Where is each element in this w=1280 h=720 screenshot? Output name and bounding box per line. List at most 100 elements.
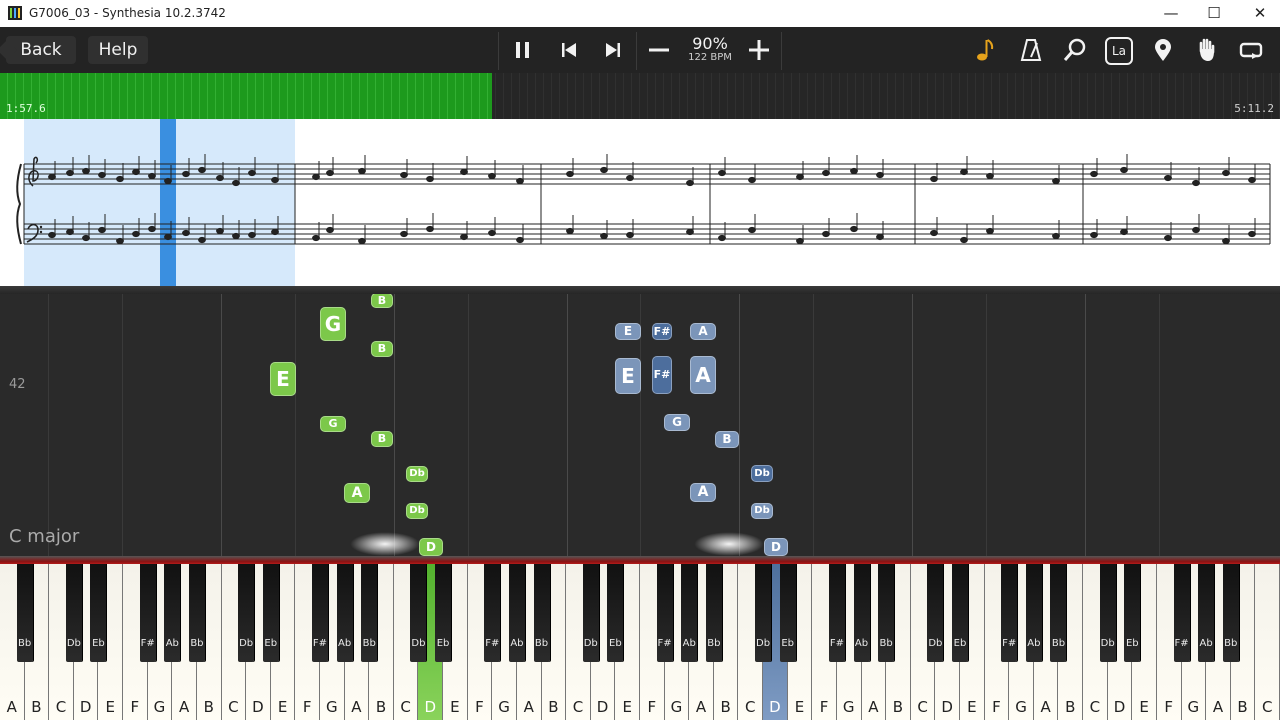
white-key-label: B — [203, 698, 214, 716]
black-key[interactable]: F# — [828, 564, 845, 662]
white-key-label: A — [351, 698, 362, 716]
black-key[interactable]: Bb — [188, 564, 205, 662]
black-key[interactable]: Bb — [1222, 564, 1239, 662]
sheet-note-head — [82, 167, 90, 175]
location-pin-icon[interactable] — [1150, 37, 1176, 63]
sheet-note-head — [66, 169, 74, 177]
black-key[interactable]: F# — [1173, 564, 1190, 662]
sheet-note-head — [986, 227, 994, 235]
toolbar-divider — [781, 32, 782, 70]
black-key[interactable]: Eb — [262, 564, 279, 662]
black-key-label: Eb — [436, 638, 450, 649]
black-key[interactable]: Eb — [90, 564, 107, 662]
sheet-note-head — [1248, 176, 1256, 184]
white-key[interactable]: C — [1255, 564, 1280, 720]
labels-icon: La — [1105, 37, 1133, 65]
black-key[interactable]: F# — [312, 564, 328, 662]
black-key[interactable]: Db — [65, 564, 82, 662]
song-progress-bar[interactable]: 1:57.6 5:11.2 — [0, 73, 1280, 119]
white-key-label: E — [1139, 698, 1149, 716]
metronome-icon[interactable] — [1018, 37, 1044, 63]
black-key[interactable]: F# — [484, 564, 501, 662]
close-button[interactable]: ✕ — [1237, 0, 1280, 27]
plus-icon[interactable] — [746, 37, 772, 63]
white-key-label: C — [55, 698, 67, 716]
grid-line — [394, 294, 395, 556]
sheet-music-notation — [16, 154, 1271, 245]
black-key[interactable]: Bb — [1050, 564, 1067, 662]
black-key[interactable]: Ab — [853, 564, 870, 662]
black-key[interactable]: F# — [139, 564, 156, 662]
black-key-label: Eb — [92, 638, 105, 649]
black-key[interactable]: Eb — [779, 564, 796, 662]
black-key[interactable]: Ab — [508, 564, 525, 662]
black-key[interactable]: Eb — [1124, 564, 1141, 662]
sheet-note-head — [600, 232, 608, 240]
black-key[interactable]: Db — [927, 564, 944, 662]
note-labels-toggle[interactable]: La — [1105, 37, 1133, 65]
black-key[interactable]: Eb — [435, 564, 452, 662]
loop-icon[interactable] — [1238, 37, 1264, 63]
white-key-label: G — [153, 698, 166, 716]
piano-keyboard[interactable]: ABCDEFGABCDEFGABCDEFGABCDEFGABCDEFGABCDE… — [0, 564, 1280, 720]
sheet-note-head — [1120, 166, 1128, 174]
black-key[interactable]: Bb — [533, 564, 550, 662]
falling-notes-area: 42 C major B G B E G B Db A Db D E F# A … — [0, 294, 1280, 556]
black-key-label: Bb — [18, 638, 32, 649]
black-key[interactable]: Eb — [952, 564, 968, 662]
white-key-label: G — [498, 698, 510, 716]
black-key[interactable]: Db — [755, 564, 772, 662]
magnifier-icon[interactable] — [1062, 37, 1088, 63]
white-key-label: G — [842, 698, 855, 716]
black-key[interactable]: F# — [1001, 564, 1018, 662]
black-key[interactable]: Ab — [1198, 564, 1215, 662]
sheet-note-head — [164, 233, 172, 241]
music-note-icon[interactable] — [973, 37, 999, 63]
falling-note: A — [690, 323, 716, 340]
skip-forward-icon[interactable] — [600, 37, 626, 63]
sheet-note-head — [686, 179, 694, 187]
black-key[interactable]: Ab — [336, 564, 353, 662]
black-key[interactable]: Bb — [361, 564, 378, 662]
sheet-music-panel[interactable] — [0, 119, 1280, 286]
black-key[interactable]: Bb — [705, 564, 722, 662]
sheet-note-head — [271, 176, 279, 184]
sheet-note-head — [82, 234, 90, 242]
speed-percent: 90% — [692, 34, 728, 53]
white-key-label: F — [1164, 698, 1174, 716]
black-key[interactable]: Db — [582, 564, 599, 662]
sheet-note-head — [116, 237, 124, 245]
grid-line — [739, 294, 740, 556]
hand-icon[interactable] — [1194, 37, 1220, 63]
sheet-note-head — [48, 231, 56, 239]
help-button[interactable]: Help — [88, 36, 148, 64]
white-key-label: F — [302, 698, 312, 716]
black-key[interactable]: F# — [656, 564, 673, 662]
black-key-label: Eb — [781, 638, 795, 649]
pause-icon[interactable] — [510, 37, 536, 63]
falling-note: G — [664, 414, 690, 431]
black-key[interactable]: Db — [410, 564, 427, 662]
back-button[interactable]: Back — [6, 36, 76, 64]
white-key-label: A — [178, 698, 190, 716]
sheet-note-head — [850, 167, 858, 175]
black-key[interactable]: Db — [238, 564, 255, 662]
sheet-note-head — [876, 171, 884, 179]
black-key[interactable]: Db — [1099, 564, 1116, 662]
white-key-label: G — [1015, 698, 1027, 716]
black-key[interactable]: Bb — [878, 564, 895, 662]
black-key[interactable]: Ab — [164, 564, 181, 662]
black-key[interactable]: Bb — [16, 564, 33, 662]
sheet-note-head — [198, 166, 206, 174]
maximize-button[interactable]: ☐ — [1191, 0, 1237, 27]
sheet-note-head — [1052, 232, 1060, 240]
black-key[interactable]: Eb — [607, 564, 624, 662]
minus-icon[interactable] — [646, 37, 672, 63]
black-key[interactable]: Ab — [1025, 564, 1042, 662]
black-key[interactable]: Ab — [681, 564, 698, 662]
white-key-label: C — [572, 698, 584, 716]
sheet-note-head — [1192, 226, 1200, 234]
minimize-button[interactable]: — — [1148, 0, 1194, 27]
skip-back-icon[interactable] — [556, 37, 582, 63]
falling-note: B — [371, 294, 393, 308]
